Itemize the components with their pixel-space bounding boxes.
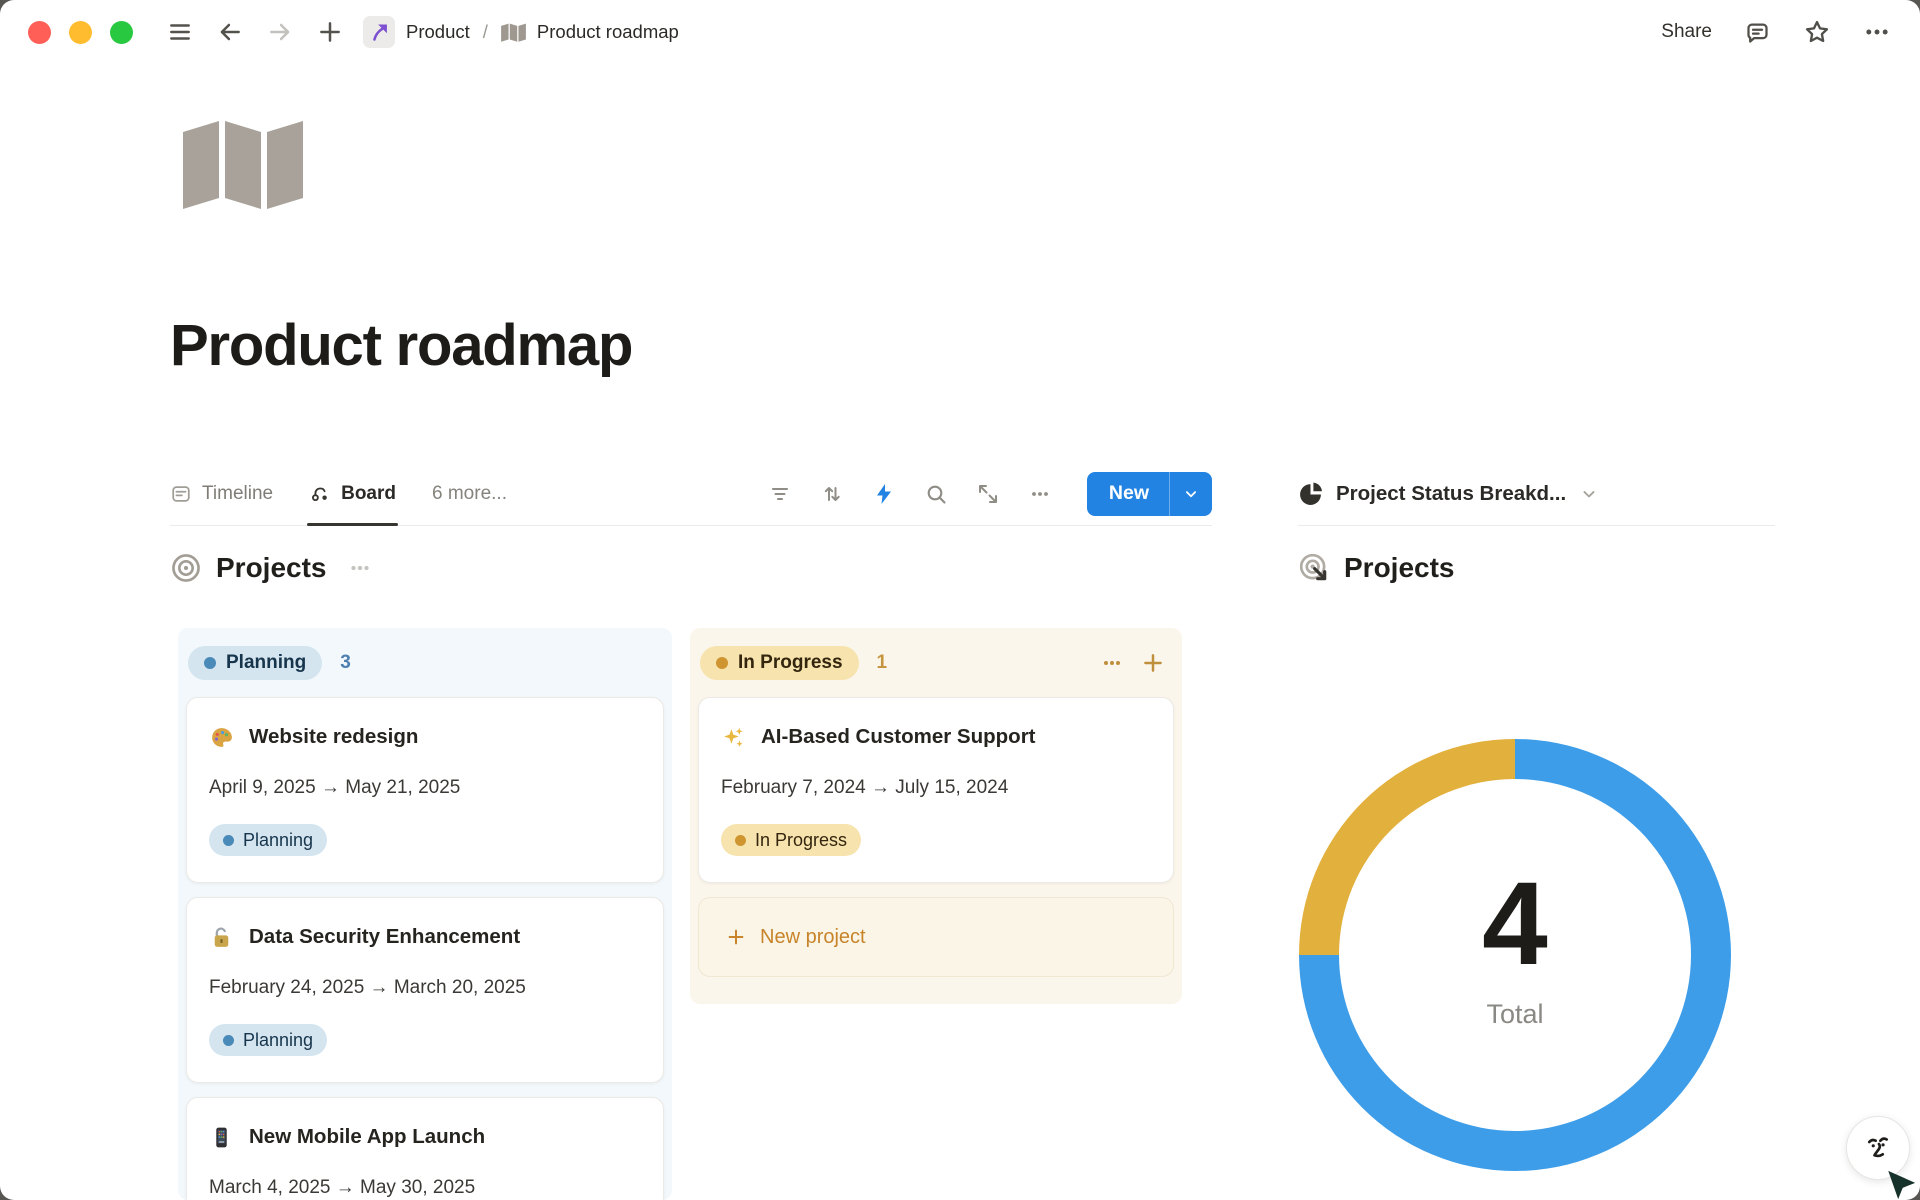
- tab-more-views[interactable]: 6 more...: [432, 462, 507, 525]
- board-section-header: Projects: [170, 552, 373, 584]
- board-section-title[interactable]: Projects: [216, 552, 327, 584]
- board-view-icon: [309, 483, 331, 505]
- status-dot: [735, 835, 746, 846]
- zoom-window-button[interactable]: [110, 21, 133, 44]
- search-icon[interactable]: [921, 479, 951, 509]
- card-status-tag: In Progress: [721, 824, 861, 856]
- project-card[interactable]: New Mobile App Launch March 4, 2025 → Ma…: [186, 1097, 664, 1200]
- status-label: Planning: [226, 652, 306, 674]
- mouse-cursor: [1884, 1168, 1918, 1200]
- tab-board[interactable]: Board: [309, 462, 396, 525]
- card-title: Data Security Enhancement: [249, 922, 520, 952]
- card-list-in-progress: AI-Based Customer Support February 7, 20…: [690, 684, 1182, 883]
- breadcrumb-workspace[interactable]: Product: [406, 21, 470, 43]
- new-button-label[interactable]: New: [1087, 472, 1169, 516]
- breadcrumb-separator: /: [481, 21, 490, 43]
- new-page-plus-icon[interactable]: [313, 15, 347, 49]
- donut-total-value: 4: [1482, 865, 1548, 983]
- breadcrumb-page[interactable]: Product roadmap: [537, 21, 679, 43]
- section-options-dots-icon[interactable]: [347, 555, 373, 581]
- view-toolbar: New: [765, 472, 1212, 516]
- chevron-down-icon[interactable]: [1579, 484, 1599, 504]
- plus-icon: [725, 926, 747, 948]
- linked-target-icon: [1298, 552, 1330, 584]
- new-project-label: New project: [760, 926, 866, 949]
- filter-icon[interactable]: [765, 479, 795, 509]
- card-dates: February 24, 2025 → March 20, 2025: [209, 976, 641, 1000]
- mobile-phone-emoji-icon: [209, 1125, 234, 1150]
- column-count: 3: [340, 652, 351, 674]
- card-dates: April 9, 2025 → May 21, 2025: [209, 776, 641, 800]
- workspace-rocket-icon[interactable]: [363, 16, 395, 48]
- traffic-lights: [28, 21, 133, 44]
- board-column-planning: Planning 3 Website redesign April 9, 202…: [178, 628, 672, 1200]
- project-card[interactable]: AI-Based Customer Support February 7, 20…: [698, 697, 1174, 883]
- column-options-dots-icon[interactable]: [1100, 651, 1124, 675]
- status-label: In Progress: [738, 652, 843, 674]
- column-header-planning[interactable]: Planning 3: [178, 628, 672, 684]
- card-list-planning: Website redesign April 9, 2025 → May 21,…: [178, 684, 672, 1200]
- tab-more-label: 6 more...: [432, 483, 507, 505]
- donut-center-labels: 4 Total: [1299, 731, 1731, 1163]
- back-arrow-icon[interactable]: [213, 15, 247, 49]
- minimize-window-button[interactable]: [69, 21, 92, 44]
- project-card[interactable]: Website redesign April 9, 2025 → May 21,…: [186, 697, 664, 883]
- new-button[interactable]: New: [1087, 472, 1212, 516]
- target-icon: [170, 552, 202, 584]
- automations-lightning-icon[interactable]: [869, 479, 899, 509]
- card-dates: March 4, 2025 → May 30, 2025: [209, 1176, 641, 1200]
- tab-timeline[interactable]: Timeline: [170, 462, 273, 525]
- card-status-tag: Planning: [209, 824, 327, 856]
- status-badge-planning: Planning: [188, 646, 322, 680]
- column-add-plus-icon[interactable]: [1140, 650, 1166, 676]
- page-map-icon[interactable]: [182, 118, 304, 210]
- new-project-button[interactable]: New project: [698, 897, 1174, 977]
- view-options-dots-icon[interactable]: [1025, 479, 1055, 509]
- topbar-actions: Share: [1661, 17, 1892, 47]
- board-column-in-progress: In Progress 1 AI-Based Customer Support: [690, 628, 1182, 1004]
- app-window: Product / Product roadmap Share Product …: [0, 0, 1920, 1200]
- chart-panel-title[interactable]: Project Status Breakd...: [1336, 482, 1566, 506]
- sparkles-emoji-icon: [721, 725, 746, 750]
- sort-icon[interactable]: [817, 479, 847, 509]
- pie-chart-icon: [1298, 481, 1323, 506]
- status-dot: [204, 657, 216, 669]
- chart-section-title[interactable]: Projects: [1344, 552, 1455, 584]
- status-dot: [716, 657, 728, 669]
- view-tab-bar: Timeline Board 6 more...: [170, 462, 1212, 526]
- window-topbar: Product / Product roadmap Share: [0, 0, 1920, 64]
- page-title: Product roadmap: [170, 312, 632, 379]
- column-header-in-progress[interactable]: In Progress 1: [690, 628, 1182, 684]
- card-title: New Mobile App Launch: [249, 1122, 485, 1152]
- chart-section-header: Projects: [1298, 552, 1455, 584]
- donut-total-caption: Total: [1486, 999, 1543, 1030]
- comments-icon[interactable]: [1742, 17, 1772, 47]
- breadcrumb: Product / Product roadmap: [363, 16, 679, 48]
- close-window-button[interactable]: [28, 21, 51, 44]
- card-title: AI-Based Customer Support: [761, 722, 1036, 752]
- new-button-dropdown[interactable]: [1169, 472, 1212, 516]
- share-button[interactable]: Share: [1661, 21, 1712, 43]
- chart-panel-header[interactable]: Project Status Breakd...: [1298, 462, 1775, 526]
- tab-board-label: Board: [341, 483, 396, 505]
- timeline-view-icon: [170, 483, 192, 505]
- status-dot: [223, 1035, 234, 1046]
- status-dot: [223, 835, 234, 846]
- map-icon: [501, 23, 526, 42]
- status-badge-in-progress: In Progress: [700, 646, 859, 680]
- expand-icon[interactable]: [973, 479, 1003, 509]
- favorite-star-icon[interactable]: [1802, 17, 1832, 47]
- forward-arrow-icon[interactable]: [263, 15, 297, 49]
- palette-emoji-icon: [209, 725, 234, 750]
- lock-emoji-icon: [209, 925, 234, 950]
- project-card[interactable]: Data Security Enhancement February 24, 2…: [186, 897, 664, 1083]
- card-status-tag: Planning: [209, 1024, 327, 1056]
- card-title: Website redesign: [249, 722, 418, 752]
- tab-timeline-label: Timeline: [202, 483, 273, 505]
- card-dates: February 7, 2024 → July 15, 2024: [721, 776, 1151, 800]
- more-options-icon[interactable]: [1862, 17, 1892, 47]
- sidebar-menu-icon[interactable]: [163, 15, 197, 49]
- column-count: 1: [877, 652, 888, 674]
